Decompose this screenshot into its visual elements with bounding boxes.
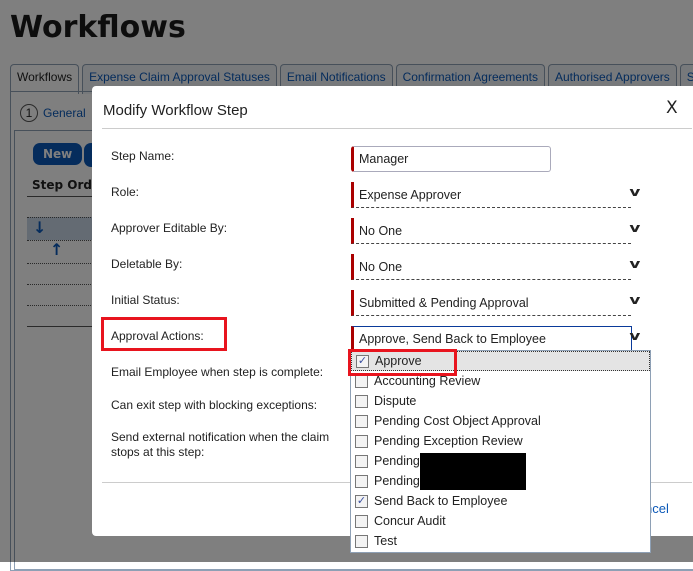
chevron-down-icon[interactable]: v <box>629 257 640 271</box>
email-employee-label: Email Employee when step is complete: <box>111 365 324 379</box>
option-label: Test <box>374 534 397 548</box>
chevron-down-icon[interactable]: v <box>629 185 640 199</box>
option-dispute[interactable]: Dispute <box>351 391 650 411</box>
approver-editable-by-select[interactable]: No One <box>351 218 631 244</box>
role-label: Role: <box>111 185 140 199</box>
chevron-down-icon[interactable]: v <box>629 221 640 235</box>
chevron-down-icon[interactable]: v <box>629 329 640 343</box>
exit-blocking-exceptions-label: Can exit step with blocking exceptions: <box>111 398 318 412</box>
option-label: Pending <box>374 474 420 488</box>
approval-actions-dropdown: ✓ Approve Accounting Review Dispute Pendi… <box>350 350 651 553</box>
initial-status-select[interactable]: Submitted & Pending Approval <box>351 290 631 316</box>
role-select[interactable]: Expense Approver <box>351 182 631 208</box>
checkbox[interactable] <box>355 414 368 428</box>
option-pending-exception-review[interactable]: Pending Exception Review <box>351 431 650 451</box>
deletable-by-label: Deletable By: <box>111 257 183 271</box>
option-label: Accounting Review <box>374 374 481 388</box>
option-label: Concur Audit <box>374 514 446 528</box>
step-name-label: Step Name: <box>111 149 175 163</box>
checkbox[interactable] <box>355 534 368 548</box>
deletable-by-select[interactable]: No One <box>351 254 631 280</box>
option-label: Pending Cost Object Approval <box>374 414 541 428</box>
option-label: Dispute <box>374 394 417 408</box>
highlight-approve-option <box>348 349 457 376</box>
redaction-block <box>420 453 526 490</box>
header-divider <box>102 128 692 129</box>
checkbox[interactable] <box>355 474 368 488</box>
external-notification-label: Send external notification when the clai… <box>111 430 330 459</box>
checkbox[interactable] <box>355 374 368 388</box>
chevron-down-icon[interactable]: v <box>629 293 640 307</box>
option-pending-cost-object-approval[interactable]: Pending Cost Object Approval <box>351 411 650 431</box>
option-test[interactable]: Test <box>351 531 650 551</box>
option-label: Send Back to Employee <box>374 494 508 508</box>
checkbox[interactable] <box>355 514 368 528</box>
checkbox-checked[interactable]: ✓ <box>355 494 368 508</box>
step-name-input[interactable]: Manager <box>351 146 551 172</box>
checkbox[interactable] <box>355 454 368 468</box>
highlight-approval-actions <box>101 317 227 351</box>
initial-status-label: Initial Status: <box>111 293 180 307</box>
option-concur-audit[interactable]: Concur Audit <box>351 511 650 531</box>
option-send-back-to-employee[interactable]: ✓ Send Back to Employee <box>351 491 650 511</box>
dialog-title: Modify Workflow Step <box>103 102 248 119</box>
close-icon[interactable]: X <box>666 98 678 118</box>
checkbox[interactable] <box>355 394 368 408</box>
option-label: Pending Exception Review <box>374 434 523 448</box>
option-label: Pending <box>374 454 420 468</box>
approver-editable-by-label: Approver Editable By: <box>111 221 228 235</box>
checkbox[interactable] <box>355 434 368 448</box>
